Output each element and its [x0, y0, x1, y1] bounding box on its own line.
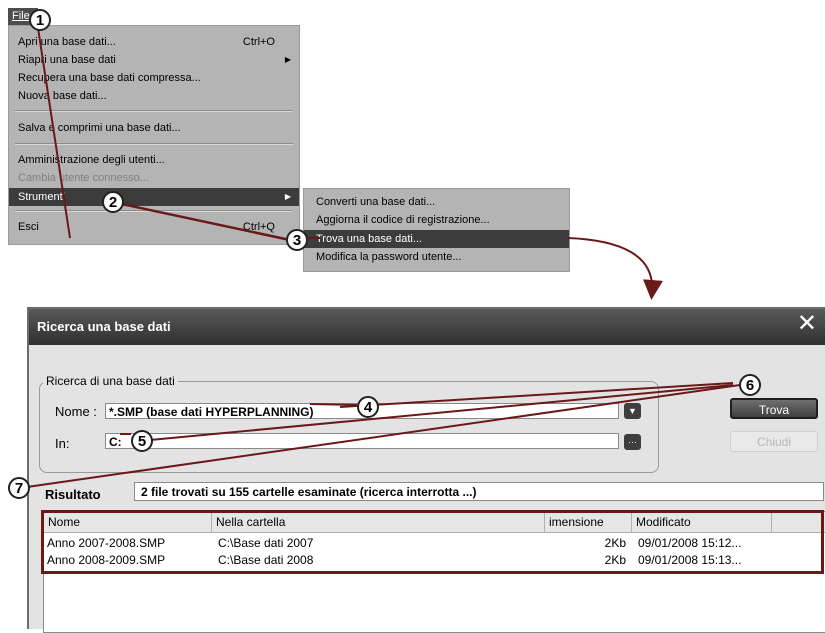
callout-5: 5: [131, 430, 153, 452]
annotation-lines: [19, 27, 741, 489]
callout-4: 4: [357, 396, 379, 418]
callout-2: 2: [102, 191, 124, 213]
callout-1: 1: [29, 9, 51, 31]
callout-3: 3: [286, 229, 308, 251]
callout-7: 7: [8, 477, 30, 499]
callout-line: [149, 384, 734, 441]
callout-line: [37, 27, 71, 239]
callout-arrow: [567, 237, 663, 300]
callout-6: 6: [739, 374, 761, 396]
callout-line: [116, 201, 291, 242]
callout-line: [19, 384, 741, 489]
callout-line: [309, 403, 358, 406]
